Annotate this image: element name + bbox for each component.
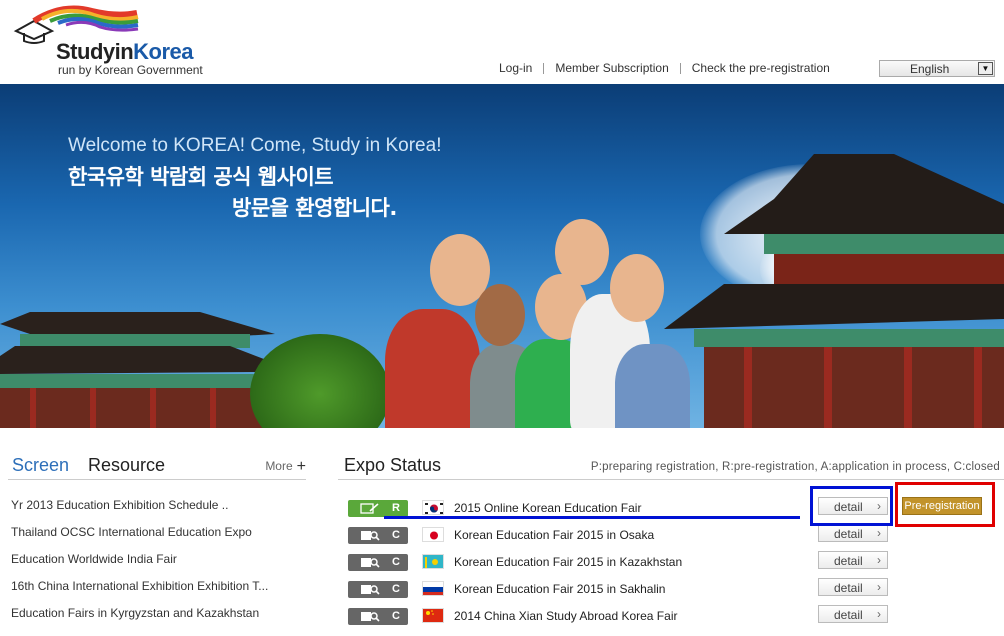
chevron-right-icon: ›	[877, 553, 881, 567]
detail-button[interactable]: detail ›	[818, 605, 888, 623]
status-badge: C	[348, 554, 408, 571]
check-preregistration-link[interactable]: Check the pre-registration	[681, 61, 841, 75]
list-item[interactable]: Education Worldwide India Fair	[11, 552, 177, 566]
fair-name[interactable]: Korean Education Fair 2015 in Osaka	[454, 528, 654, 542]
detail-button[interactable]: detail ›	[818, 578, 888, 596]
logo-tagline: run by Korean Government	[58, 63, 203, 77]
list-item[interactable]: Thailand OCSC International Education Ex…	[11, 525, 252, 539]
blue-annotation-box	[810, 486, 893, 526]
kazakhstan-flag-icon	[422, 554, 444, 569]
more-link[interactable]: More +	[265, 458, 306, 476]
status-letter: R	[392, 502, 400, 514]
status-letter: C	[392, 610, 400, 622]
japan-flag-icon	[422, 527, 444, 542]
korea-flag-icon	[422, 500, 444, 515]
table-row: C Korean Education Fair 2015 in Sakhalin…	[348, 578, 998, 601]
top-navigation: Log-in Member Subscription Check the pre…	[488, 60, 841, 76]
hero-welcome-text: Welcome to KOREA! Come, Study in Korea!	[68, 135, 442, 156]
expo-title: Expo Status	[344, 455, 442, 475]
list-item[interactable]: 16th China International Exhibition Exhi…	[11, 579, 268, 593]
student-head	[555, 219, 609, 285]
logo-wordmark: StudyinKorea	[56, 39, 194, 64]
student-head	[475, 284, 525, 346]
status-letter: C	[392, 529, 400, 541]
fair-name[interactable]: 2015 Online Korean Education Fair	[454, 501, 641, 515]
status-badge: C	[348, 608, 408, 625]
detail-button[interactable]: detail ›	[818, 524, 888, 542]
closed-search-icon	[361, 531, 380, 541]
fair-name[interactable]: 2014 China Xian Study Abroad Korea Fair	[454, 609, 677, 623]
detail-button[interactable]: detail ›	[818, 551, 888, 569]
student-figure	[385, 309, 480, 428]
tab-resource[interactable]: Resource	[88, 455, 165, 476]
status-badge: C	[348, 581, 408, 598]
studyinkorea-logo[interactable]: StudyinKorea run by Korean Government	[12, 5, 232, 77]
resource-panel: Screen Resource More + Yr 2013 Education …	[8, 450, 306, 620]
chevron-right-icon: ›	[877, 580, 881, 594]
registration-icon	[360, 503, 379, 514]
status-legend: P:preparing registration, R:pre-registra…	[590, 461, 1000, 473]
red-annotation-box	[895, 482, 995, 527]
table-row: C Korean Education Fair 2015 in Kazakhst…	[348, 551, 998, 574]
list-item[interactable]: Education Fairs in Kyrgyzstan and Kazakh…	[11, 606, 259, 620]
table-row: C 2014 China Xian Study Abroad Korea Fai…	[348, 605, 998, 628]
status-badge: C	[348, 527, 408, 544]
status-letter: C	[392, 583, 400, 595]
expo-header: Expo Status P:preparing registration, R:…	[338, 450, 1004, 480]
blue-annotation-underline	[384, 516, 800, 519]
table-row: C Korean Education Fair 2015 in Osaka de…	[348, 524, 998, 547]
dropdown-arrow-icon[interactable]: ▼	[978, 62, 993, 75]
more-label: More	[265, 459, 293, 473]
russia-flag-icon	[422, 581, 444, 596]
chevron-right-icon: ›	[877, 526, 881, 540]
language-select[interactable]: English ▼	[879, 60, 995, 77]
tab-screen[interactable]: Screen	[12, 455, 69, 476]
closed-search-icon	[361, 558, 380, 568]
status-letter: C	[392, 556, 400, 568]
closed-search-icon	[361, 585, 380, 595]
hero-korean-line1: 한국유학 박람회 공식 웹사이트	[68, 165, 334, 189]
hero-korean-line2: 방문을 환영합니다.	[232, 196, 397, 220]
closed-search-icon	[361, 612, 380, 622]
chevron-right-icon: ›	[877, 607, 881, 621]
member-subscription-link[interactable]: Member Subscription	[544, 61, 679, 75]
hero-banner: Welcome to KOREA! Come, Study in Korea! …	[0, 84, 1004, 428]
expo-status-panel: Expo Status P:preparing registration, R:…	[338, 450, 1004, 480]
student-head	[610, 254, 664, 322]
site-header: StudyinKorea run by Korean Government Lo…	[0, 0, 1004, 84]
china-flag-icon	[422, 608, 444, 623]
status-badge: R	[348, 500, 408, 517]
fair-name[interactable]: Korean Education Fair 2015 in Kazakhstan	[454, 555, 682, 569]
language-value: English	[910, 62, 950, 76]
resource-tabs: Screen Resource More +	[8, 450, 306, 480]
plus-icon: +	[296, 458, 306, 475]
login-link[interactable]: Log-in	[488, 61, 543, 75]
fair-name[interactable]: Korean Education Fair 2015 in Sakhalin	[454, 582, 665, 596]
student-figure	[615, 344, 690, 428]
list-item[interactable]: Yr 2013 Education Exhibition Schedule ..	[11, 498, 228, 512]
